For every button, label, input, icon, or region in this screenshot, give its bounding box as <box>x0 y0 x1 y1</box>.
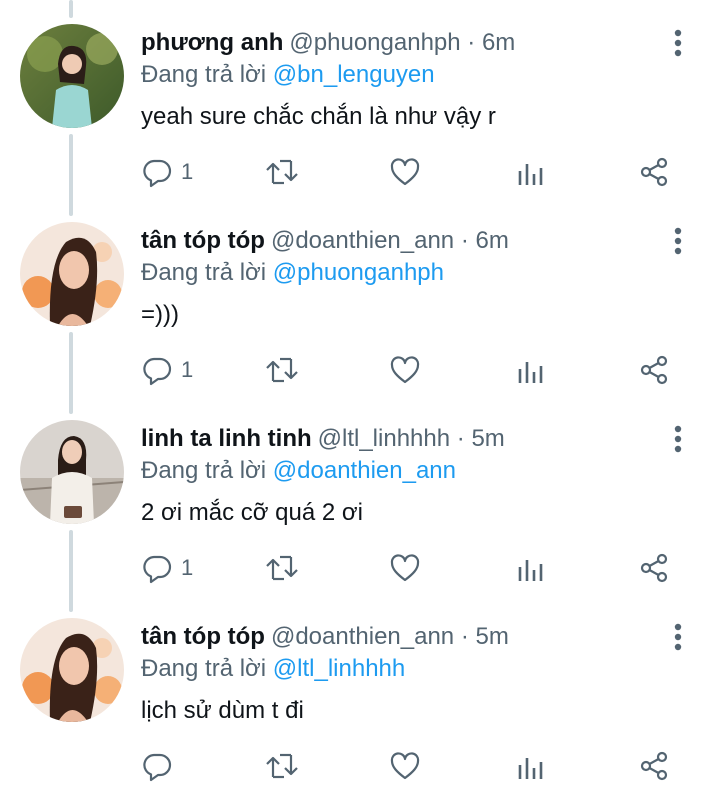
reply-icon <box>143 753 172 782</box>
heart-icon <box>390 554 420 582</box>
reply-count: 1 <box>181 555 194 580</box>
tweet[interactable]: linh ta linh tinh @ltl_linhhhh · 5m Đang … <box>0 396 720 594</box>
timestamp[interactable]: 5m <box>471 425 504 452</box>
display-name[interactable]: phương anh <box>141 29 283 56</box>
share-icon <box>640 157 668 187</box>
timestamp[interactable]: 5m <box>476 623 509 650</box>
user-handle[interactable]: @ltl_linhhhh <box>318 425 450 452</box>
replying-to: Đang trả lời @phuonganhph <box>141 258 444 288</box>
avatar[interactable] <box>20 222 124 326</box>
analytics-icon <box>518 560 543 581</box>
heart-icon <box>390 158 420 186</box>
analytics-icon <box>518 164 543 185</box>
heart-icon <box>390 752 420 780</box>
more-vertical-icon <box>674 227 682 255</box>
tweet-text: yeah sure chắc chắn là như vậy r <box>141 103 496 130</box>
more-options-button[interactable] <box>666 28 690 58</box>
retweet-icon <box>266 555 298 581</box>
share-button[interactable] <box>638 744 670 788</box>
like-button[interactable] <box>389 150 421 194</box>
tweet-text: =))) <box>141 301 179 328</box>
more-vertical-icon <box>674 29 682 57</box>
tweet-header: tân tóp tóp @doanthien_ann · 6m <box>141 226 509 256</box>
tweet-text: 2 ơi mắc cỡ quá 2 ơi <box>141 499 363 526</box>
share-button[interactable] <box>638 150 670 194</box>
replying-to-label: Đang trả lời <box>141 259 267 286</box>
analytics-icon <box>518 362 543 383</box>
reply-count: 1 <box>181 159 194 184</box>
avatar[interactable] <box>20 24 124 128</box>
display-name[interactable]: linh ta linh tinh <box>141 425 312 452</box>
avatar[interactable] <box>20 618 124 722</box>
tweet[interactable]: phương anh @phuonganhph · 6m Đang trả lời… <box>0 0 720 198</box>
more-vertical-icon <box>674 623 682 651</box>
separator-dot: · <box>456 425 465 452</box>
more-options-button[interactable] <box>666 622 690 652</box>
more-options-button[interactable] <box>666 226 690 256</box>
tweet[interactable]: tân tóp tóp @doanthien_ann · 6m Đang trả … <box>0 198 720 396</box>
mention-link[interactable]: @doanthien_ann <box>273 457 456 484</box>
reply-count: 1 <box>181 357 194 382</box>
mention-link[interactable]: @bn_lenguyen <box>273 61 435 88</box>
tweet-actions: 1 <box>0 150 720 194</box>
display-name[interactable]: tân tóp tóp <box>141 623 265 650</box>
tweet-actions: 1 <box>0 546 720 590</box>
share-icon <box>640 751 668 781</box>
retweet-icon <box>266 357 298 383</box>
reply-icon <box>143 159 172 188</box>
analytics-button[interactable] <box>515 150 547 194</box>
share-icon <box>640 355 668 385</box>
like-button[interactable] <box>389 744 421 788</box>
user-handle[interactable]: @phuonganhph <box>289 29 460 56</box>
like-button[interactable] <box>389 546 421 590</box>
replying-to: Đang trả lời @bn_lenguyen <box>141 60 435 90</box>
reply-icon <box>143 555 172 584</box>
replying-to-label: Đang trả lời <box>141 655 267 682</box>
tweet[interactable]: tân tóp tóp @doanthien_ann · 5m Đang trả … <box>0 594 720 792</box>
timestamp[interactable]: 6m <box>476 227 509 254</box>
separator-dot: · <box>460 227 469 254</box>
replying-to: Đang trả lời @ltl_linhhhh <box>141 654 405 684</box>
retweet-button[interactable] <box>264 150 300 194</box>
display-name[interactable]: tân tóp tóp <box>141 227 265 254</box>
analytics-button[interactable] <box>515 744 547 788</box>
tweet-text: lịch sử dùm t đi <box>141 697 304 724</box>
retweet-button[interactable] <box>264 744 300 788</box>
tweet-header: phương anh @phuonganhph · 6m <box>141 28 515 58</box>
timestamp[interactable]: 6m <box>482 29 515 56</box>
replying-to-label: Đang trả lời <box>141 457 267 484</box>
reply-button[interactable]: 1 <box>141 546 193 590</box>
user-handle[interactable]: @doanthien_ann <box>271 623 454 650</box>
reply-button[interactable] <box>141 744 181 788</box>
separator-dot: · <box>467 29 476 56</box>
reply-button[interactable]: 1 <box>141 348 193 392</box>
retweet-icon <box>266 159 298 185</box>
mention-link[interactable]: @phuonganhph <box>273 259 444 286</box>
heart-icon <box>390 356 420 384</box>
tweet-actions: 1 <box>0 348 720 392</box>
more-options-button[interactable] <box>666 424 690 454</box>
retweet-icon <box>266 753 298 779</box>
replying-to-label: Đang trả lời <box>141 61 267 88</box>
reply-icon <box>143 357 172 386</box>
share-icon <box>640 553 668 583</box>
retweet-button[interactable] <box>264 348 300 392</box>
tweet-header: tân tóp tóp @doanthien_ann · 5m <box>141 622 509 652</box>
mention-link[interactable]: @ltl_linhhhh <box>273 655 405 682</box>
analytics-button[interactable] <box>515 546 547 590</box>
share-button[interactable] <box>638 348 670 392</box>
analytics-button[interactable] <box>515 348 547 392</box>
analytics-icon <box>518 758 543 779</box>
like-button[interactable] <box>389 348 421 392</box>
share-button[interactable] <box>638 546 670 590</box>
separator-dot: · <box>460 623 469 650</box>
replying-to: Đang trả lời @doanthien_ann <box>141 456 456 486</box>
more-vertical-icon <box>674 425 682 453</box>
tweet-actions <box>0 744 720 788</box>
tweet-header: linh ta linh tinh @ltl_linhhhh · 5m <box>141 424 505 454</box>
retweet-button[interactable] <box>264 546 300 590</box>
user-handle[interactable]: @doanthien_ann <box>271 227 454 254</box>
reply-button[interactable]: 1 <box>141 150 193 194</box>
avatar[interactable] <box>20 420 124 524</box>
